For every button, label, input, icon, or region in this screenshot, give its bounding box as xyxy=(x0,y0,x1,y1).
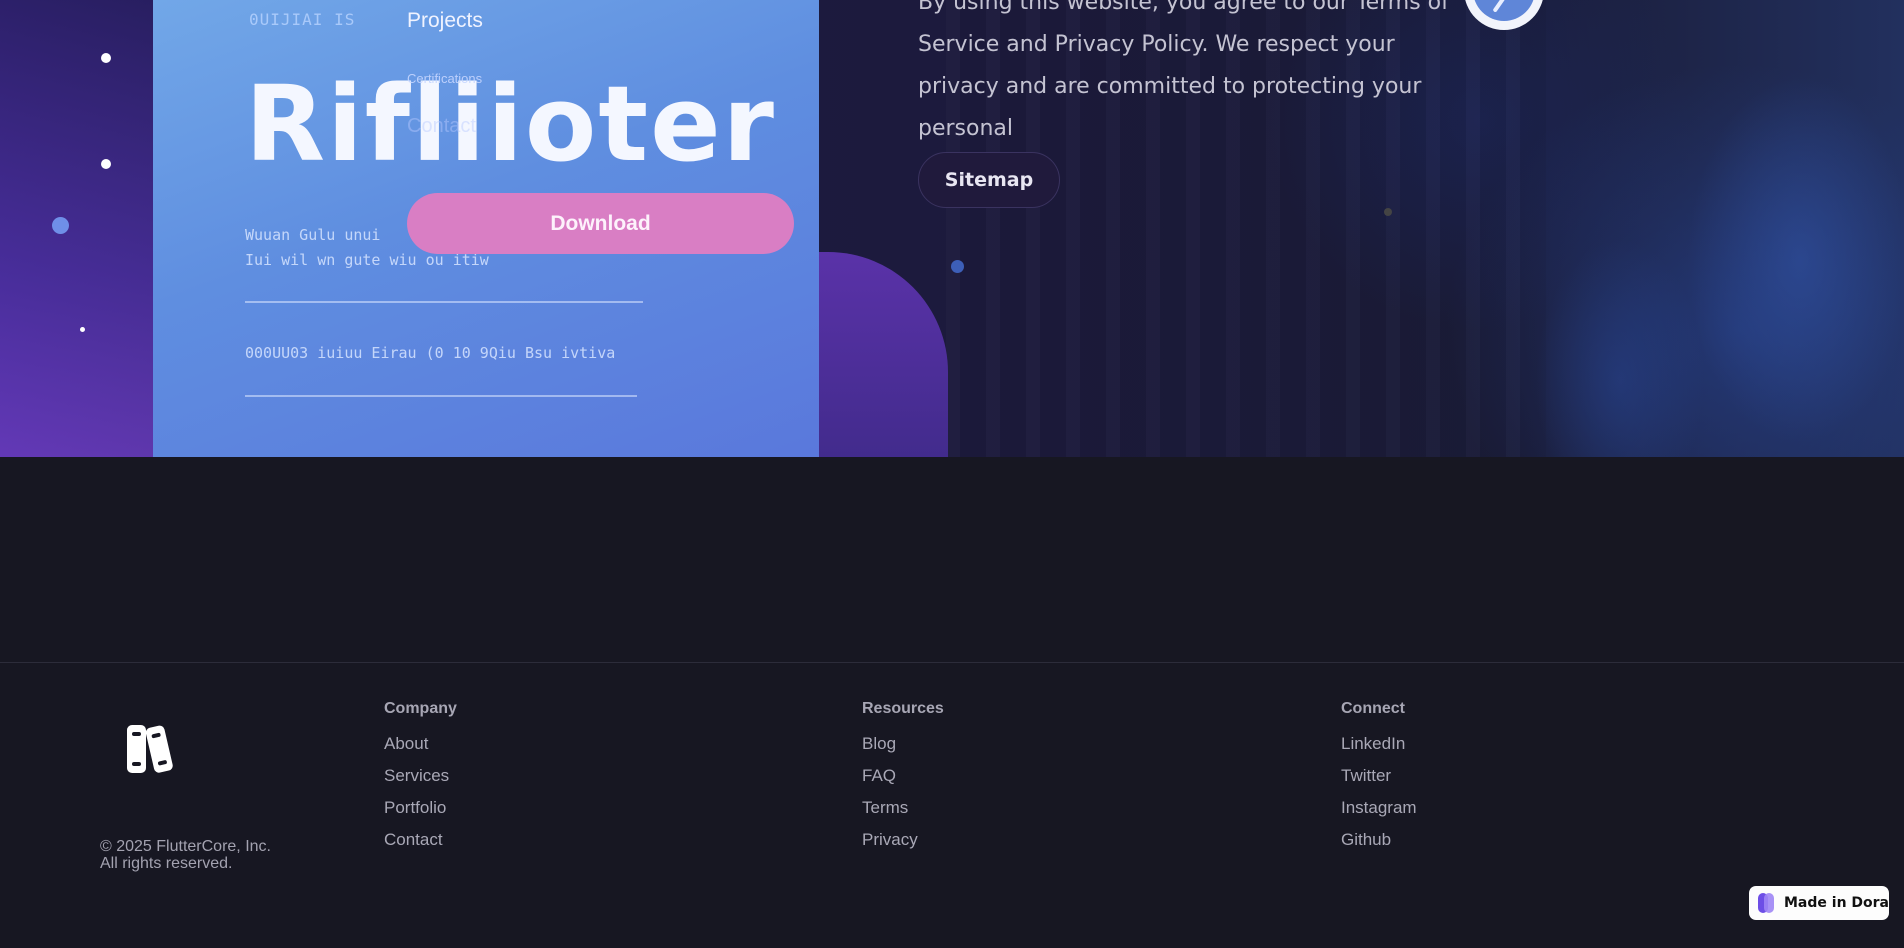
footer-link-privacy[interactable]: Privacy xyxy=(862,830,944,862)
hero-drape-shape xyxy=(1500,0,1904,457)
footer-column-resources: Resources Blog FAQ Terms Privacy xyxy=(862,700,944,862)
footer-column-title: Connect xyxy=(1341,700,1405,717)
sparkle-dot xyxy=(101,159,111,169)
sparkle-dot xyxy=(1384,208,1392,216)
sparkle-dot xyxy=(101,53,111,63)
poster-title: Rifliioter xyxy=(245,63,776,185)
dora-logo-icon xyxy=(1758,893,1776,913)
download-button[interactable]: Download xyxy=(407,193,794,254)
footer-link-contact[interactable]: Contact xyxy=(384,830,457,862)
footer-link-faq[interactable]: FAQ xyxy=(862,766,944,798)
copyright-line: © 2025 FlutterCore, Inc. xyxy=(100,838,271,855)
footer-link-linkedin[interactable]: LinkedIn xyxy=(1341,734,1417,766)
footer-link-services[interactable]: Services xyxy=(384,766,457,798)
footer-link-instagram[interactable]: Instagram xyxy=(1341,798,1417,830)
poster-text-line: Wuuan Gulu unui xyxy=(245,226,381,244)
made-in-dora-badge[interactable]: Made in Dora xyxy=(1749,886,1889,920)
footer-link-github[interactable]: Github xyxy=(1341,830,1417,862)
sparkle-dot xyxy=(951,260,964,273)
footer-column-title: Resources xyxy=(862,700,944,717)
sitemap-button[interactable]: Sitemap xyxy=(918,152,1060,208)
poster-divider xyxy=(245,395,637,397)
nav-link-contact[interactable]: Contact xyxy=(407,115,476,138)
footer-divider xyxy=(0,662,1904,663)
copyright-line: All rights reserved. xyxy=(100,855,233,872)
badge-label: Made in Dora xyxy=(1784,895,1889,911)
footer-link-portfolio[interactable]: Portfolio xyxy=(384,798,457,830)
footer-column-title: Company xyxy=(384,700,457,717)
hero-section: 0UIJIAI IS Rifliioter Wuuan Gulu unui Iu… xyxy=(0,0,1904,457)
footer-link-blog[interactable]: Blog xyxy=(862,734,944,766)
compass-icon xyxy=(1473,0,1535,21)
footer-link-twitter[interactable]: Twitter xyxy=(1341,766,1417,798)
sparkle-dot xyxy=(52,217,69,234)
poster-divider xyxy=(245,301,643,303)
copyright: © 2025 FlutterCore, Inc. All rights rese… xyxy=(100,838,271,872)
hero-left-glow xyxy=(0,0,170,457)
sparkle-dot xyxy=(80,327,85,332)
policy-text: By using this website, you agree to our … xyxy=(918,0,1449,141)
footer-column-company: Company About Services Portfolio Contact xyxy=(384,700,457,862)
footer-column-connect: Connect LinkedIn Twitter Instagram Githu… xyxy=(1341,700,1417,862)
books-icon xyxy=(127,725,173,773)
footer-link-terms[interactable]: Terms xyxy=(862,798,944,830)
poster-text-line: 000UU03 iuiuu Eirau (0 10 9Qiu Bsu ivtiv… xyxy=(245,344,616,362)
nav-link-certifications[interactable]: Certifications xyxy=(407,71,482,86)
poster-caption: 0UIJIAI IS xyxy=(249,10,356,29)
footer-link-about[interactable]: About xyxy=(384,734,457,766)
nav-link-projects[interactable]: Projects xyxy=(407,9,483,33)
